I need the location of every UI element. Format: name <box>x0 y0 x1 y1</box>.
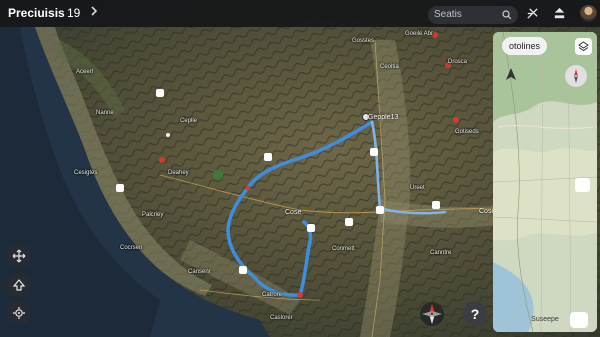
highway-marker[interactable] <box>116 184 124 192</box>
map-label: Ceoltia <box>380 64 399 70</box>
chevron-right-icon[interactable] <box>86 3 102 19</box>
settings-icon <box>13 307 25 319</box>
map-label: Deahey <box>168 170 189 176</box>
inset-zoom-button[interactable] <box>575 178 590 192</box>
highway-marker[interactable] <box>432 201 440 209</box>
place-label: Gepple13 <box>368 114 399 121</box>
map-label: Ureet <box>410 185 425 191</box>
inset-layers-button[interactable] <box>575 38 592 55</box>
highway-marker[interactable] <box>345 218 353 226</box>
highway-marker[interactable] <box>156 89 164 97</box>
compass-rose-icon <box>574 69 578 83</box>
layers-icon <box>578 41 589 52</box>
upload-icon[interactable] <box>552 6 567 21</box>
help-icon: ? <box>470 306 480 322</box>
highway-marker[interactable] <box>376 206 384 214</box>
map-label: Ceplle <box>180 118 198 124</box>
map-label: Canntre <box>430 250 452 256</box>
search-placeholder: Seatis <box>434 9 462 20</box>
page-title: Preciuisis <box>8 6 65 20</box>
map-label: Catrore <box>262 292 283 298</box>
map-label: Gosstes <box>352 38 375 44</box>
help-button[interactable]: ? <box>463 302 487 326</box>
map-label: Drosca <box>448 59 468 65</box>
map-label: Cesigtes <box>74 170 98 176</box>
map-label: Caslorer <box>270 315 293 321</box>
compass-icon[interactable] <box>419 301 445 327</box>
highway-marker[interactable] <box>264 153 272 161</box>
location-marker[interactable] <box>565 65 587 87</box>
map-label: Aceerl <box>76 69 94 75</box>
avatar[interactable] <box>580 5 597 22</box>
map-label: Gotiseds <box>455 129 479 135</box>
item-count: 19 <box>67 6 81 20</box>
terrain-button[interactable] <box>8 274 30 296</box>
recenter-button[interactable] <box>8 245 30 267</box>
recenter-icon <box>12 249 26 263</box>
search-icon[interactable] <box>502 10 512 20</box>
inset-title: otolines <box>502 37 548 55</box>
terrain-icon <box>12 279 26 291</box>
map-label: Goeile Abr <box>405 31 434 37</box>
highway-marker[interactable] <box>239 266 247 274</box>
inset-map[interactable]: otolines Suseepe <box>493 32 597 332</box>
place-label: Cose <box>285 209 302 216</box>
top-bar: Preciuisis 19 Seatis <box>0 0 600 27</box>
map-label: Palcriey <box>142 212 164 218</box>
map-label: Conmett <box>332 246 355 252</box>
highway-marker[interactable] <box>370 148 378 156</box>
map-label: Nanne <box>96 110 114 116</box>
map-label: Cansenr <box>188 269 211 275</box>
highway-marker[interactable] <box>307 224 315 232</box>
route-tool-icon[interactable] <box>525 6 540 21</box>
map-label: Cocrsen <box>120 245 143 251</box>
north-arrow-icon <box>506 68 516 80</box>
search-input[interactable]: Seatis <box>428 6 518 24</box>
inset-bottom-label: Suseepe <box>531 316 559 323</box>
settings-button[interactable] <box>8 302 30 324</box>
